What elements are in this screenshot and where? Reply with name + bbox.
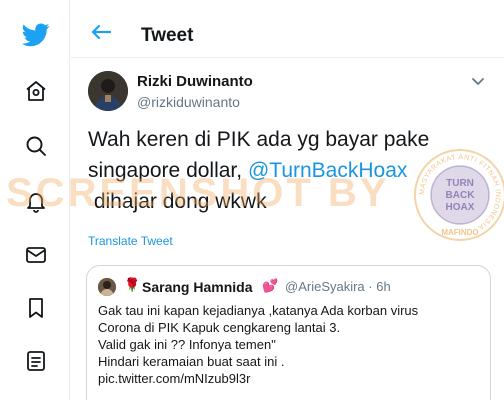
page-title: Tweet — [141, 25, 194, 46]
quoted-text-line: Corona di PIK Kapuk cengkareng lantai 3. — [98, 320, 341, 335]
envelope-icon[interactable] — [22, 241, 50, 269]
chevron-down-icon[interactable] — [471, 74, 485, 85]
hearts-emoji: 💕 — [262, 278, 279, 293]
svg-text:MAFINDO: MAFINDO — [441, 228, 478, 237]
quoted-text-line: Gak tau ini kapan kejadianya ,katanya Ad… — [98, 303, 419, 318]
quoted-text-line: Hindari keramaian buat saat ini . — [98, 354, 285, 369]
quoted-text: Gak tau ini kapan kejadianya ,katanya Ad… — [98, 302, 488, 387]
avatar[interactable] — [88, 71, 128, 111]
quoted-text-line[interactable]: pic.twitter.com/mNIzub9l3r — [98, 370, 488, 387]
arrow-left-icon[interactable] — [91, 24, 112, 40]
rose-emoji: 🌹 — [124, 277, 141, 292]
bookmark-icon[interactable] — [22, 294, 50, 322]
list-icon[interactable] — [22, 347, 50, 375]
quoted-text-line: Valid gak ini ?? Infonya temen" — [98, 337, 276, 352]
quoted-avatar[interactable] — [98, 278, 116, 296]
author-name[interactable]: Rizki Duwinanto — [137, 73, 253, 90]
page-header: Tweet — [71, 0, 504, 58]
watermark-text: SCREENSHOT BY — [6, 171, 390, 215]
twitter-bird-icon[interactable] — [22, 21, 50, 49]
svg-text:BACK: BACK — [446, 190, 476, 201]
home-icon[interactable] — [22, 77, 50, 105]
svg-text:HOAX: HOAX — [446, 202, 475, 213]
search-icon[interactable] — [22, 132, 50, 160]
mafindo-seal-logo: MASYARAKAT ANTI FITNAH INDONESIA TURN BA… — [412, 147, 504, 243]
quoted-handle-time[interactable]: @ArieSyakira · 6h — [285, 279, 391, 294]
quoted-author-name[interactable]: Sarang Hamnida — [142, 279, 252, 295]
translate-tweet-link[interactable]: Translate Tweet — [88, 234, 173, 248]
quoted-tweet[interactable]: 🌹 Sarang Hamnida 💕 @ArieSyakira · 6h Gak… — [86, 265, 491, 400]
svg-text:TURN: TURN — [446, 178, 474, 189]
author-handle[interactable]: @rizkiduwinanto — [137, 94, 240, 110]
